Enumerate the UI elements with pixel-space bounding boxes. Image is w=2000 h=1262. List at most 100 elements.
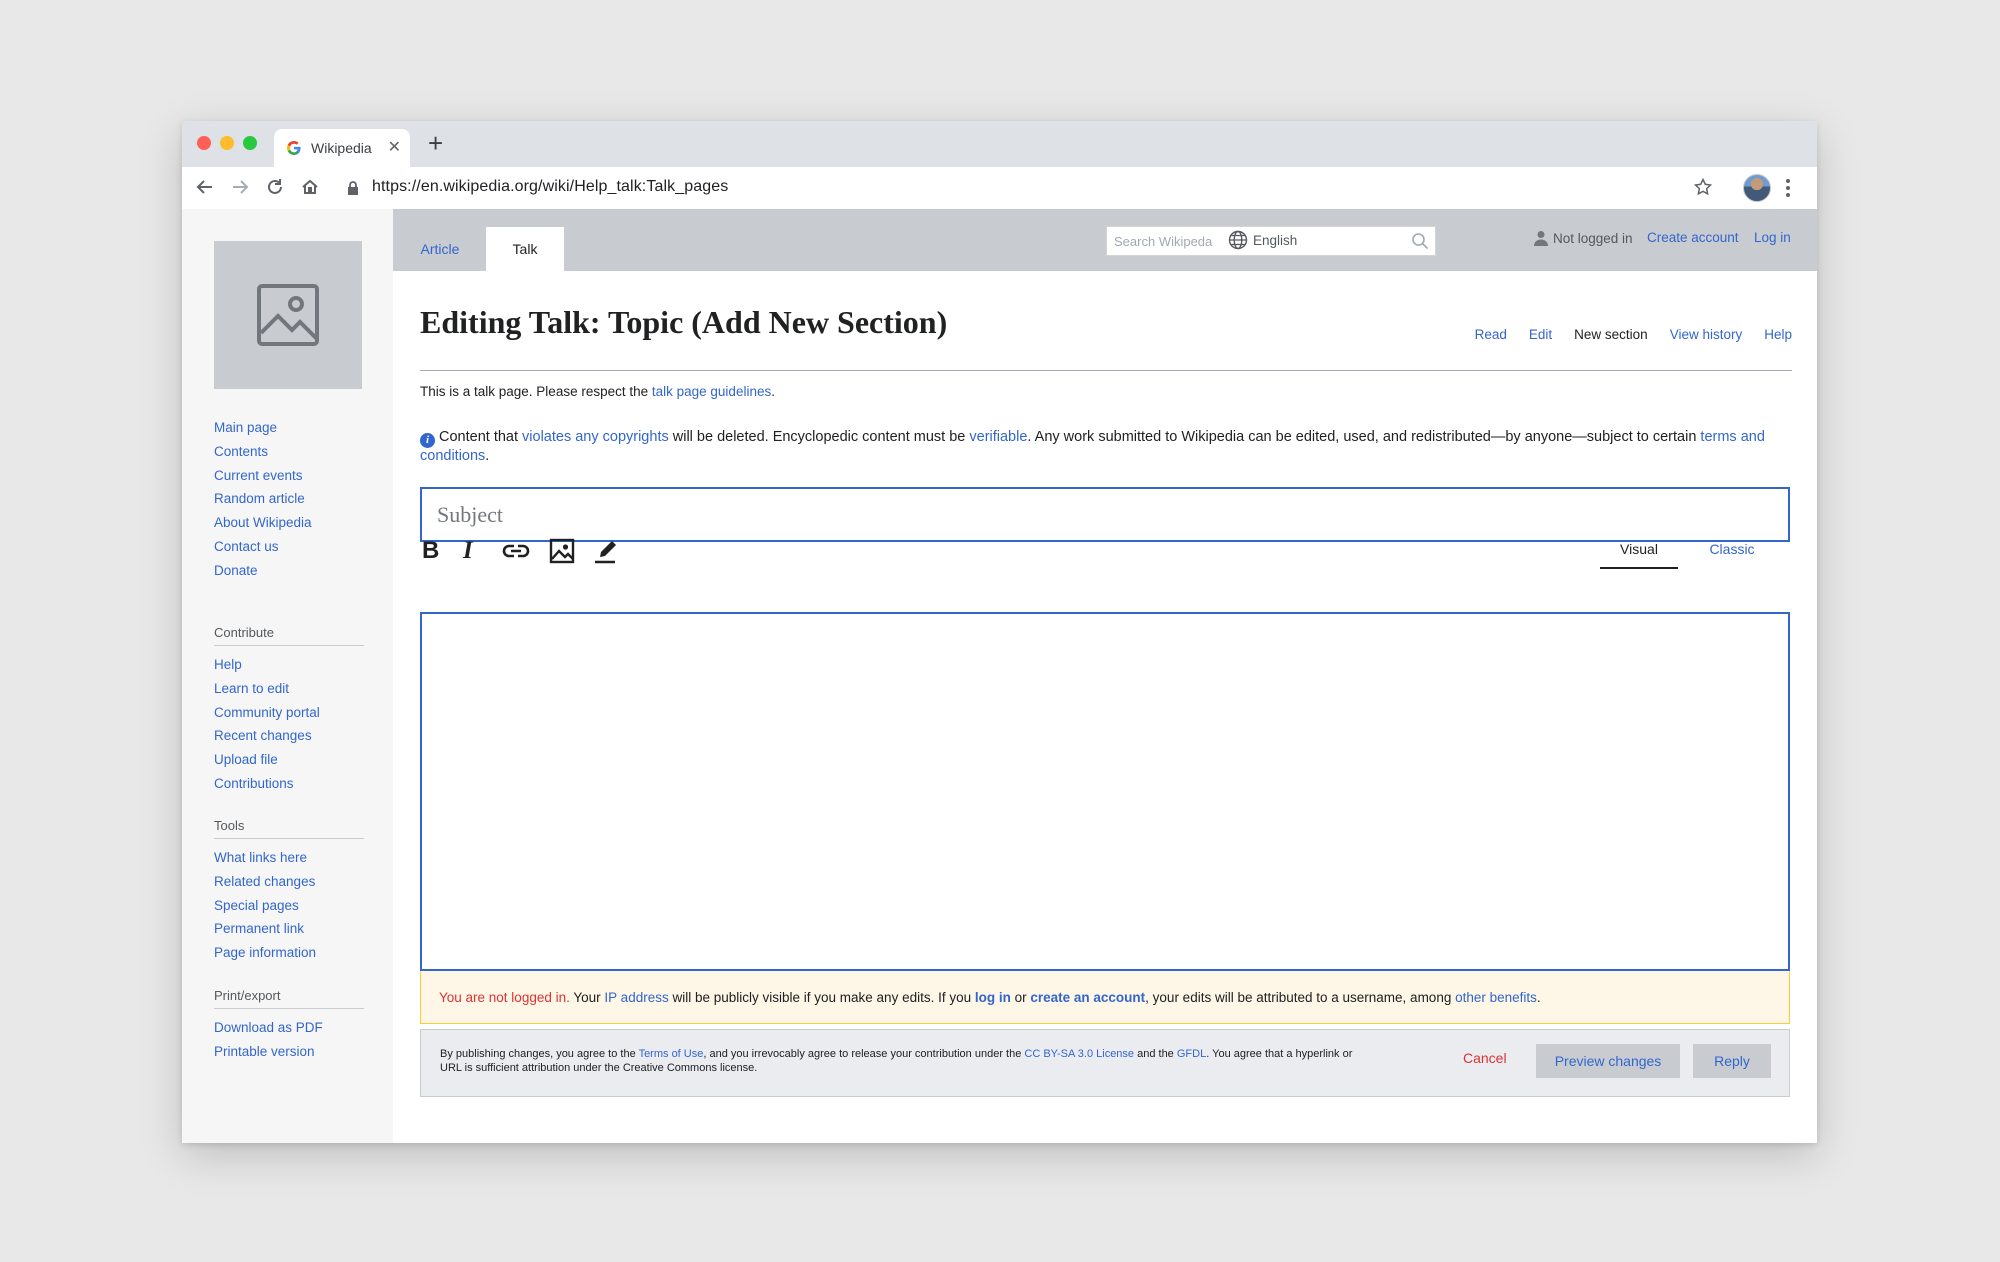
sidebar-item-current-events[interactable]: Current events — [214, 464, 364, 488]
tab-classic-editor[interactable]: Classic — [1693, 541, 1771, 557]
sidebar-item-learn-to-edit[interactable]: Learn to edit — [214, 677, 364, 701]
reload-icon[interactable] — [264, 176, 286, 198]
globe-icon — [1228, 230, 1248, 250]
sidebar-item-printable-version[interactable]: Printable version — [214, 1040, 364, 1064]
copyright-notice: i Content that violates any copyrights wi… — [420, 429, 1790, 465]
verifiable-link[interactable]: verifiable — [969, 429, 1027, 445]
sidebar-item-related-changes[interactable]: Related changes — [214, 870, 364, 894]
close-icon[interactable]: ✕ — [388, 137, 401, 157]
image-icon[interactable] — [549, 538, 575, 564]
sidebar-item-contents[interactable]: Contents — [214, 440, 364, 464]
action-new-section[interactable]: New section — [1574, 327, 1648, 342]
ip-address-link[interactable]: IP address — [604, 990, 668, 1005]
tab-article[interactable]: Article — [397, 227, 483, 271]
preview-changes-button[interactable]: Preview changes — [1536, 1044, 1680, 1078]
sidebar-item-donate[interactable]: Donate — [214, 559, 364, 583]
back-icon[interactable] — [194, 176, 216, 198]
sidebar-item-main-page[interactable]: Main page — [214, 416, 364, 440]
reply-button[interactable]: Reply — [1693, 1044, 1771, 1078]
sidebar-item-contact-us[interactable]: Contact us — [214, 535, 364, 559]
close-window-button[interactable] — [197, 136, 211, 150]
browser-tab[interactable]: Wikipedia ✕ — [274, 129, 410, 167]
other-benefits-link[interactable]: other benefits — [1455, 990, 1537, 1005]
violates-copyrights-link[interactable]: violates any copyrights — [522, 429, 669, 445]
gfdl-link[interactable]: GFDL — [1177, 1048, 1206, 1060]
talk-page-notice: This is a talk page. Please respect the … — [420, 384, 775, 399]
tab-visual-editor[interactable]: Visual — [1600, 541, 1678, 569]
forward-icon[interactable] — [229, 176, 251, 198]
sidebar-item-upload-file[interactable]: Upload file — [214, 748, 364, 772]
warning-not-logged-in: You are not logged in. — [439, 990, 570, 1005]
bold-icon[interactable]: B — [422, 537, 439, 564]
license-text-3: and the — [1134, 1048, 1177, 1060]
warning-text-1: Your — [569, 990, 605, 1005]
cancel-button[interactable]: Cancel — [1463, 1050, 1507, 1066]
subject-field — [420, 487, 1790, 542]
link-icon[interactable] — [502, 538, 530, 564]
copyright-text-1: Content that — [439, 429, 523, 445]
terms-of-use-link[interactable]: Terms of Use — [639, 1048, 704, 1060]
highlighter-icon[interactable] — [593, 538, 619, 564]
sidebar-print-export: Print/export Download as PDF Printable v… — [214, 988, 364, 1064]
create-account-link[interactable]: Create account — [1647, 230, 1739, 245]
cc-by-sa-link[interactable]: CC BY-SA 3.0 License — [1024, 1048, 1134, 1060]
log-in-link[interactable]: Log in — [1754, 230, 1791, 245]
warning-text-4: , your edits will be attributed to a use… — [1145, 990, 1456, 1005]
browser-tab-bar: Wikipedia ✕ + — [182, 121, 1817, 167]
language-selector[interactable]: English — [1228, 230, 1297, 250]
action-help[interactable]: Help — [1764, 327, 1792, 342]
info-icon: i — [420, 433, 435, 448]
sidebar-item-random-article[interactable]: Random article — [214, 487, 364, 511]
google-icon — [287, 141, 301, 155]
tab-talk[interactable]: Talk — [486, 227, 564, 271]
subject-input[interactable] — [422, 489, 1788, 540]
browser-window: Wikipedia ✕ + https://en.wikipedia.org/w… — [182, 121, 1817, 1143]
talk-page-guidelines-link[interactable]: talk page guidelines — [652, 384, 771, 399]
lock-icon[interactable] — [346, 180, 360, 196]
action-edit[interactable]: Edit — [1529, 327, 1552, 342]
tab-title: Wikipedia — [311, 140, 372, 156]
star-icon[interactable] — [1694, 178, 1712, 196]
sidebar-item-about-wikipedia[interactable]: About Wikipedia — [214, 511, 364, 535]
sidebar-item-recent-changes[interactable]: Recent changes — [214, 724, 364, 748]
kebab-menu-icon[interactable] — [1785, 177, 1791, 199]
page-header: Article Talk English — [393, 209, 1817, 271]
copyright-text-4: . — [485, 448, 490, 464]
sidebar-tools: Tools What links here Related changes Sp… — [214, 818, 364, 965]
sidebar-item-contributions[interactable]: Contributions — [214, 772, 364, 796]
search-icon[interactable] — [1411, 232, 1429, 250]
license-notice: By publishing changes, you agree to the … — [440, 1047, 1370, 1075]
warning-create-account-link[interactable]: create an account — [1030, 990, 1145, 1005]
sidebar-navigation: Main page Contents Current events Random… — [214, 416, 364, 583]
sidebar-item-help[interactable]: Help — [214, 653, 364, 677]
publish-panel: By publishing changes, you agree to the … — [420, 1029, 1790, 1097]
user-icon — [1534, 231, 1548, 246]
title-divider — [420, 370, 1792, 371]
address-bar: https://en.wikipedia.org/wiki/Help_talk:… — [182, 167, 1817, 210]
plus-icon[interactable]: + — [428, 130, 443, 156]
italic-icon[interactable]: I — [463, 537, 473, 564]
warning-text-2: will be publicly visible if you make any… — [668, 990, 975, 1005]
url-field[interactable]: https://en.wikipedia.org/wiki/Help_talk:… — [372, 178, 728, 196]
wiki-logo[interactable] — [214, 241, 362, 389]
sidebar-item-special-pages[interactable]: Special pages — [214, 894, 364, 918]
sidebar-heading-tools: Tools — [214, 818, 364, 839]
sidebar-item-permanent-link[interactable]: Permanent link — [214, 917, 364, 941]
action-view-history[interactable]: View history — [1670, 327, 1743, 342]
sidebar-item-page-information[interactable]: Page information — [214, 941, 364, 965]
sidebar-item-download-pdf[interactable]: Download as PDF — [214, 1016, 364, 1040]
sidebar-item-community-portal[interactable]: Community portal — [214, 701, 364, 725]
license-text-2: , and you irrevocably agree to release y… — [703, 1048, 1025, 1060]
home-icon[interactable] — [299, 176, 321, 198]
action-read[interactable]: Read — [1475, 327, 1507, 342]
license-text-1: By publishing changes, you agree to the — [440, 1048, 639, 1060]
maximize-window-button[interactable] — [243, 136, 257, 150]
talk-notice-text: This is a talk page. Please respect the — [420, 384, 652, 399]
warning-log-in-link[interactable]: log in — [975, 990, 1011, 1005]
editor-textarea[interactable] — [422, 614, 1788, 969]
sidebar-heading-print-export: Print/export — [214, 988, 364, 1009]
sidebar-item-what-links-here[interactable]: What links here — [214, 846, 364, 870]
copyright-text-3: . Any work submitted to Wikipedia can be… — [1027, 429, 1701, 445]
avatar[interactable] — [1743, 174, 1771, 202]
minimize-window-button[interactable] — [220, 136, 234, 150]
